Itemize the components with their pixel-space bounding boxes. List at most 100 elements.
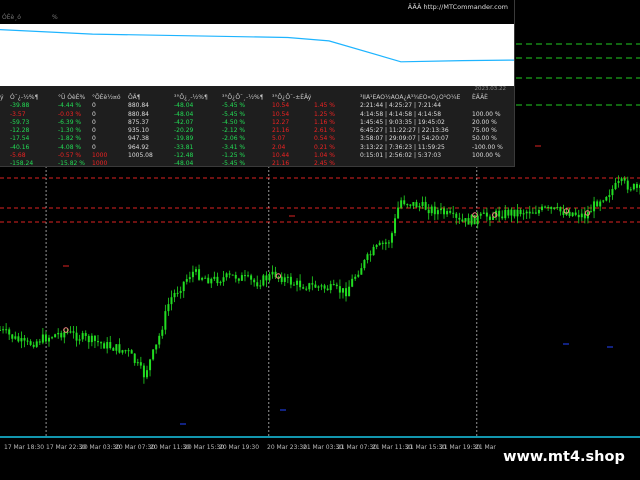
candle-body — [93, 335, 96, 342]
table-cell: 2.61 % — [314, 127, 335, 135]
candle-body — [590, 211, 593, 213]
candle-body — [541, 206, 544, 211]
candle-body — [14, 336, 17, 339]
col-header: ý — [0, 94, 4, 101]
table-cell: 1000 — [92, 152, 108, 160]
candle-body — [617, 181, 620, 183]
table-cell: -48.04 — [174, 102, 194, 110]
table-cell: 0.21 % — [314, 143, 335, 151]
table-cell: 75.00 % — [472, 127, 497, 135]
col-header: ³°Ô¿Ô¯¸-½%¶ — [222, 94, 264, 101]
candle-body — [198, 269, 201, 280]
table-cell: -5.45 % — [222, 110, 246, 118]
table-cell: 0 — [92, 110, 96, 118]
candle-body — [32, 344, 35, 347]
candle-body — [90, 335, 93, 343]
candle-body — [38, 341, 41, 343]
candle-body — [443, 208, 446, 215]
table-row: -59.73 -6.39 % 0 875.37 -42.07 -4.50 % 12.27 1.… — [0, 119, 514, 127]
candle-body — [152, 349, 155, 360]
brand-link[interactable]: ÂÃÂ http://MTCommander.com — [408, 3, 508, 11]
candle-body — [357, 274, 360, 277]
table-cell: 1000 — [92, 160, 108, 168]
candle-body — [145, 370, 148, 378]
candle-body — [259, 285, 262, 287]
candle-body — [268, 274, 271, 281]
table-cell: -5.45 % — [222, 160, 246, 168]
candle-body — [387, 242, 390, 244]
candle-body — [522, 213, 525, 215]
table-cell: 20.00 % — [472, 118, 497, 126]
table-cell: -20.29 — [174, 127, 194, 135]
candle-body — [26, 340, 29, 342]
candle-body — [54, 334, 57, 338]
candle-body — [424, 201, 427, 210]
table-cell: -5.45 % — [222, 102, 246, 110]
table-cell: -15.82 % — [58, 160, 85, 168]
table-cell: -42.07 — [174, 118, 194, 126]
candle-body — [103, 343, 106, 349]
table-header-row: ý Ó¯¿-½%¶ °Ü ÓèÉ% °ÕÈè½¤ó ÔÄ¶ ³°Ô¿¸-½%¶ … — [0, 94, 514, 102]
candle-body — [296, 280, 299, 285]
header-label-percent: % — [52, 14, 58, 21]
candle-body — [397, 207, 400, 219]
candle-body — [265, 275, 268, 281]
table-row: -158.24 -15.82 % 1000 -48.04 -5.45 % 21.16 2.4… — [0, 160, 514, 168]
candle-body — [519, 209, 522, 215]
table-cell: -40.16 — [10, 143, 30, 151]
table-cell: -100.00 % — [472, 143, 503, 151]
candle-body — [127, 350, 130, 352]
table-cell: 2.04 — [272, 143, 286, 151]
candle-body — [308, 283, 311, 290]
candle-body — [115, 344, 118, 351]
candle-body — [516, 209, 519, 217]
table-row: -5.68 -0.57 % 1000 1005.08 -12.48 -1.25 % 10.4… — [0, 152, 514, 160]
candle-body — [332, 284, 335, 286]
time-tick-label: 20 Mar 23:30 — [267, 444, 308, 451]
candle-body — [182, 281, 185, 292]
panel-header: ÓÉè¸ó % ÂÃÂ http://MTCommander.com — [0, 0, 514, 24]
table-cell: 1:45:45 | 9:03:35 | 19:45:02 — [360, 118, 445, 126]
candle-body — [72, 331, 75, 333]
candle-body — [394, 218, 397, 234]
candle-body — [605, 196, 608, 201]
candle-body — [305, 288, 308, 290]
candle-body — [63, 332, 66, 338]
table-cell: 10.54 — [272, 102, 290, 110]
candle-body — [488, 216, 491, 220]
candle-body — [96, 341, 99, 343]
candle-body — [363, 259, 366, 269]
candle-body — [455, 213, 458, 218]
candle-body — [531, 212, 534, 214]
col-header: °Ü ÓèÉ% — [58, 94, 86, 101]
candle-body — [139, 362, 142, 366]
candle-body — [335, 284, 338, 287]
candle-body — [228, 273, 231, 275]
candle-body — [602, 200, 605, 202]
col-header: ³°Ô¿¸-½%¶ — [174, 94, 208, 101]
table-row: -17.54 -1.82 % 0 947.38 -19.89 -2.06 % 5.07 0.5… — [0, 135, 514, 143]
candle-body — [390, 233, 393, 243]
table-cell: -0.57 % — [58, 152, 82, 160]
table-cell: 935.10 — [128, 127, 149, 135]
candle-body — [476, 215, 479, 225]
candle-body — [366, 254, 369, 260]
candle-body — [553, 207, 556, 209]
candle-body — [513, 209, 516, 217]
candle-body — [2, 329, 5, 331]
candle-body — [623, 178, 626, 181]
table-cell: 1.04 % — [314, 152, 335, 160]
candle-body — [23, 338, 26, 341]
table-cell: -12.28 — [10, 127, 30, 135]
candle-body — [133, 353, 136, 363]
candle-body — [351, 278, 354, 287]
table-cell: 1.16 % — [314, 118, 335, 126]
candle-body — [614, 182, 617, 190]
table-cell: 964.92 — [128, 143, 149, 151]
candle-body — [100, 342, 103, 344]
table-cell: 3:58:07 | 29:09:07 | 54:20:07 — [360, 135, 449, 143]
candle-body — [317, 286, 320, 288]
candle-body — [243, 275, 246, 277]
candle-body — [253, 279, 256, 283]
candle-body — [302, 287, 305, 289]
